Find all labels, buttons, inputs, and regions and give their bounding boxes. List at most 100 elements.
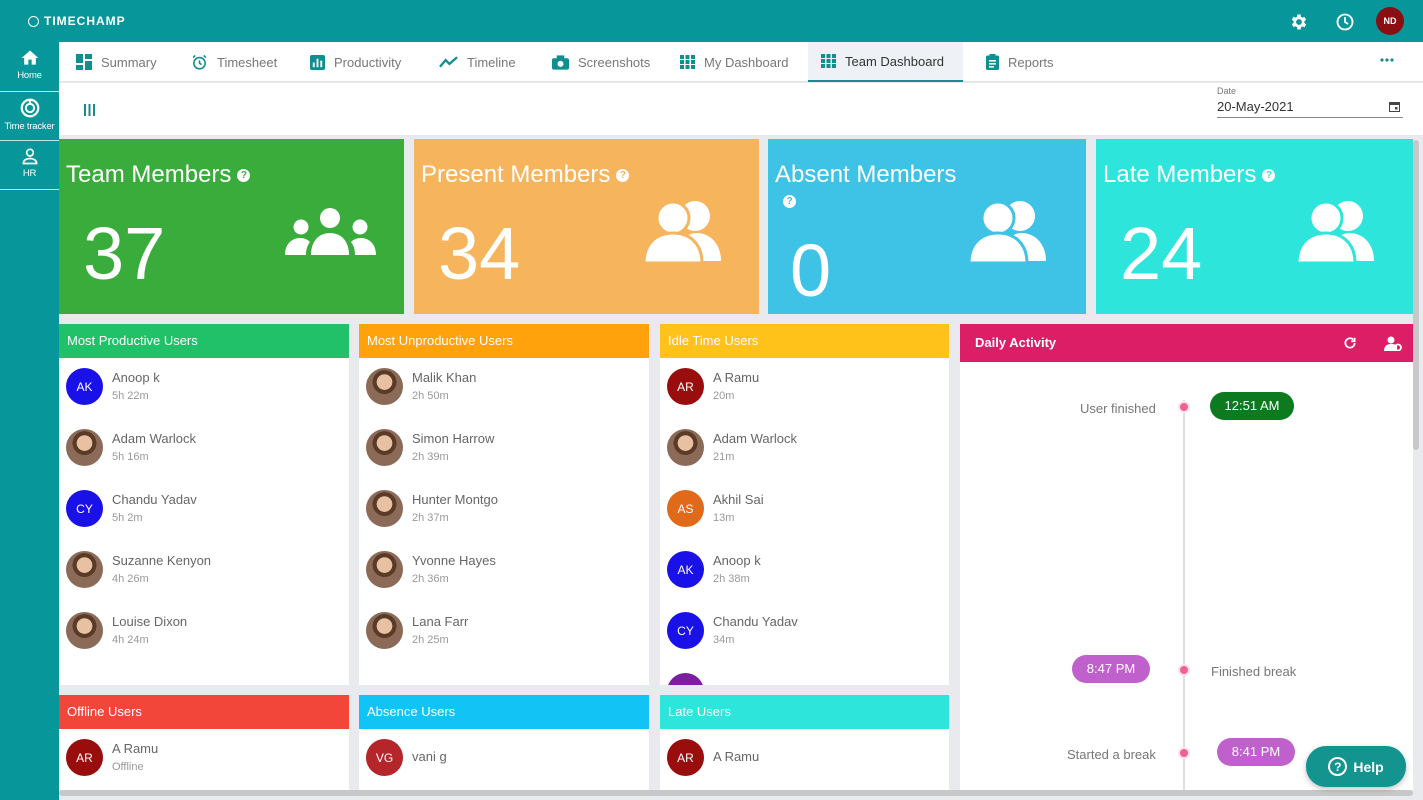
panel-title: Most Unproductive Users: [367, 333, 513, 348]
user-list-item[interactable]: charlie johnson: [660, 673, 949, 685]
user-list-item[interactable]: AK Anoop k 2h 38m: [660, 551, 949, 611]
tab-screenshots[interactable]: Screenshots: [552, 42, 650, 82]
sidebar-item-time-tracker[interactable]: Time tracker: [0, 93, 59, 141]
user-avatar: CY: [66, 490, 103, 527]
user-duration: 5h 22m: [112, 390, 149, 402]
tab-timeline[interactable]: Timeline: [439, 42, 516, 82]
vertical-scrollbar[interactable]: [1413, 140, 1419, 450]
user-list-item[interactable]: Adam Warlock 21m: [660, 429, 949, 489]
user-list-item[interactable]: Lana Farr 2h 25m: [359, 612, 649, 672]
tab-reports[interactable]: Reports: [986, 42, 1054, 82]
help-question-icon[interactable]: ?: [237, 169, 251, 183]
help-question-icon[interactable]: ?: [616, 169, 630, 183]
user-list-item[interactable]: CY Chandu Yadav 34m: [660, 612, 949, 672]
nav-tabs: Summary Timesheet Productivity Timeline …: [59, 42, 1423, 82]
clock-icon[interactable]: [1334, 11, 1356, 33]
user-avatar: VG: [366, 739, 403, 776]
team-members-card: Team Members? 37: [59, 139, 404, 314]
user-list-item[interactable]: Malik Khan 2h 50m: [359, 368, 649, 428]
tab-team-dashboard[interactable]: Team Dashboard: [808, 42, 963, 82]
sidebar: Home Time tracker HR: [0, 42, 59, 800]
settings-gear-icon[interactable]: [1288, 11, 1310, 33]
user-name: charlie johnson: [713, 683, 800, 685]
user-avatar: [366, 612, 403, 649]
tab-my-dashboard[interactable]: My Dashboard: [680, 42, 789, 82]
grid-icon: [821, 54, 836, 68]
user-list-item[interactable]: Adam Warlock 5h 16m: [59, 429, 349, 489]
late-users-panel: Late Users AR A Ramu: [660, 695, 949, 790]
user-list-item[interactable]: Louise Dixon 4h 24m: [59, 612, 349, 672]
user-name: Malik Khan: [412, 370, 477, 385]
more-options-icon[interactable]: [1380, 58, 1394, 62]
panel-title: Idle Time Users: [668, 333, 759, 348]
tab-timesheet[interactable]: Timesheet: [191, 42, 277, 82]
user-name: Chandu Yadav: [112, 492, 197, 507]
user-list-item[interactable]: Hunter Montgo 2h 37m: [359, 490, 649, 550]
tab-summary[interactable]: Summary: [76, 42, 157, 82]
user-list-item[interactable]: Suzanne Kenyon 4h 26m: [59, 551, 349, 611]
daily-activity-panel: Daily Activity User finished 12:51 AM 8:…: [960, 324, 1413, 790]
user-list: VG vani g: [359, 729, 649, 790]
user-list-item[interactable]: CY Chandu Yadav 5h 2m: [59, 490, 349, 550]
camera-icon: [552, 54, 569, 70]
user-list-item[interactable]: VG vani g: [359, 739, 649, 790]
calendar-icon[interactable]: [1389, 101, 1400, 112]
tab-label: Team Dashboard: [845, 53, 944, 69]
user-duration: 34m: [713, 634, 735, 646]
user-list-item[interactable]: Yvonne Hayes 2h 36m: [359, 551, 649, 611]
user-list: AK Anoop k 5h 22m Adam Warlock 5h 16m CY Chand…: [59, 358, 349, 685]
user-name: A Ramu: [112, 741, 159, 756]
sidebar-item-label: HR: [22, 168, 37, 179]
users-icon: [967, 200, 1046, 265]
tab-label: Timesheet: [217, 54, 278, 70]
app-logo[interactable]: TIMECHAMP: [28, 14, 126, 28]
card-value: 24: [1120, 212, 1203, 295]
home-icon: [21, 50, 38, 65]
user-name: A Ramu: [713, 749, 760, 764]
user-settings-icon[interactable]: [1384, 336, 1402, 351]
user-duration: 20m: [713, 390, 735, 402]
timeline-line: [1183, 400, 1185, 790]
user-list-item[interactable]: AS Akhil Sai 13m: [660, 490, 949, 550]
users-icon: [642, 200, 721, 265]
user-list: AR A Ramu: [660, 729, 949, 790]
bar-chart-icon: [310, 54, 325, 70]
sidebar-item-home[interactable]: Home: [0, 44, 59, 92]
help-question-icon[interactable]: ?: [783, 195, 796, 208]
user-list-item[interactable]: AR A Ramu 20m: [660, 368, 949, 428]
user-list-item[interactable]: AR A Ramu: [660, 739, 949, 790]
user-list-item[interactable]: AK Anoop k 5h 22m: [59, 368, 349, 428]
person-icon: [21, 148, 38, 165]
tab-productivity[interactable]: Productivity: [310, 42, 401, 82]
columns-icon[interactable]: [84, 104, 95, 116]
sidebar-item-label: Home: [17, 70, 42, 81]
absent-members-card: Absent Members ? 0: [768, 139, 1086, 314]
user-name: A Ramu: [713, 370, 760, 385]
user-name: Anoop k: [713, 553, 761, 568]
help-question-icon[interactable]: ?: [1262, 169, 1276, 183]
user-avatar: AR: [667, 368, 704, 405]
grid-icon: [680, 55, 695, 69]
panel-header: Most Unproductive Users: [359, 324, 649, 358]
refresh-icon[interactable]: [1343, 336, 1357, 350]
help-icon: ?: [1328, 757, 1348, 776]
sidebar-item-hr[interactable]: HR: [0, 142, 59, 190]
user-list-item[interactable]: AR A Ramu Offline: [59, 739, 349, 790]
user-list-item[interactable]: Simon Harrow 2h 39m: [359, 429, 649, 489]
late-members-card: Late Members? 24: [1096, 139, 1413, 314]
user-avatar: AK: [667, 551, 704, 588]
horizontal-scrollbar[interactable]: [59, 790, 1413, 796]
date-picker[interactable]: Date 20-May-2021: [1217, 86, 1403, 118]
logo-text: TIMECHAMP: [44, 14, 126, 28]
help-button[interactable]: ? Help: [1306, 746, 1406, 787]
user-duration: 5h 2m: [112, 512, 143, 524]
users-icon: [1295, 200, 1374, 265]
user-duration: 4h 24m: [112, 634, 149, 646]
panel-header: Daily Activity: [960, 324, 1413, 362]
user-avatar: AR: [667, 739, 704, 776]
logo-clock-icon: [28, 15, 39, 27]
idle-time-users-panel: Idle Time Users AR A Ramu 20m Adam Warlock 2…: [660, 324, 949, 685]
help-label: Help: [1353, 758, 1384, 775]
user-avatar[interactable]: ND: [1376, 7, 1404, 35]
timeline-time-badge: 8:47 PM: [1072, 655, 1150, 683]
